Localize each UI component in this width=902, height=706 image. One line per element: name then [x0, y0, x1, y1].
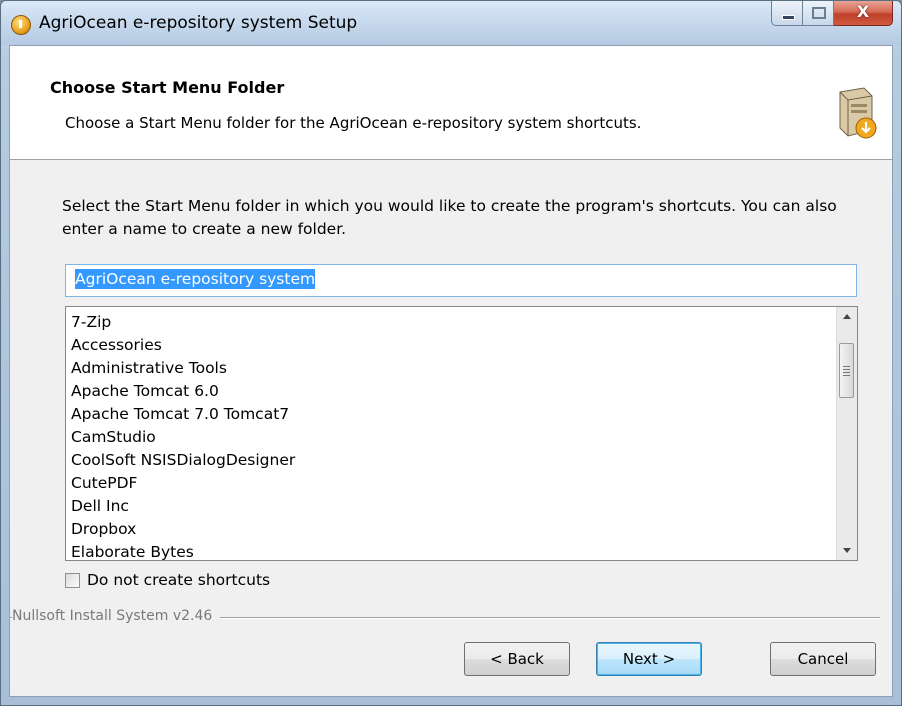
close-button[interactable]: X: [834, 1, 893, 26]
close-icon: X: [856, 2, 870, 21]
arrow-down-icon: [843, 548, 851, 553]
grip-line: [843, 366, 850, 367]
instruction-text: Select the Start Menu folder in which yo…: [62, 197, 837, 238]
folder-list-items: 7-Zip Accessories Administrative Tools A…: [71, 311, 295, 560]
folder-name-input[interactable]: AgriOcean e-repository system: [65, 264, 857, 297]
list-item[interactable]: Dell Inc: [71, 495, 295, 518]
installer-app-icon: [11, 15, 31, 35]
folder-name-value: AgriOcean e-repository system: [75, 269, 316, 289]
list-item[interactable]: Apache Tomcat 7.0 Tomcat7: [71, 403, 295, 426]
branding-separator: Nullsoft Install System v2.46: [10, 608, 880, 624]
scroll-up-button[interactable]: [837, 307, 857, 327]
installer-box-icon: [839, 87, 877, 139]
list-item[interactable]: CutePDF: [71, 472, 295, 495]
scroll-down-button[interactable]: [837, 540, 857, 560]
caption-buttons: X: [771, 1, 893, 27]
page-header: Choose Start Menu Folder Choose a Start …: [10, 46, 892, 160]
window-title: AgriOcean e-repository system Setup: [39, 13, 358, 33]
cancel-button[interactable]: Cancel: [770, 642, 876, 676]
arrow-up-icon: [843, 314, 851, 319]
list-item[interactable]: CamStudio: [71, 426, 295, 449]
no-shortcuts-label[interactable]: Do not create shortcuts: [87, 571, 270, 589]
vertical-scrollbar[interactable]: [836, 307, 857, 560]
no-shortcuts-checkbox[interactable]: [65, 572, 80, 588]
title-bar[interactable]: AgriOcean e-repository system Setup X: [1, 1, 901, 45]
dialog-client-area: Choose Start Menu Folder Choose a Start …: [9, 45, 893, 697]
scrollbar-thumb[interactable]: [839, 343, 854, 398]
grip-line: [843, 372, 850, 373]
minimize-button[interactable]: [771, 1, 803, 26]
branding-text: Nullsoft Install System v2.46: [12, 608, 221, 624]
grip-line: [843, 375, 850, 376]
list-item[interactable]: CoolSoft NSISDialogDesigner: [71, 449, 295, 472]
list-item[interactable]: Administrative Tools: [71, 357, 295, 380]
start-menu-folder-list[interactable]: 7-Zip Accessories Administrative Tools A…: [65, 306, 858, 561]
list-item[interactable]: Elaborate Bytes: [71, 541, 295, 560]
maximize-button: [803, 1, 834, 26]
setup-window: AgriOcean e-repository system Setup X Ch…: [0, 0, 902, 706]
no-shortcuts-option[interactable]: Do not create shortcuts: [65, 569, 270, 591]
next-button[interactable]: Next >: [596, 642, 702, 676]
page-title: Choose Start Menu Folder: [50, 78, 285, 97]
grip-line: [843, 369, 850, 370]
list-item[interactable]: Accessories: [71, 334, 295, 357]
page-subtitle: Choose a Start Menu folder for the AgriO…: [65, 114, 642, 132]
list-item[interactable]: Apache Tomcat 6.0: [71, 380, 295, 403]
maximize-icon: [812, 7, 826, 19]
list-item[interactable]: 7-Zip: [71, 311, 295, 334]
list-item[interactable]: Dropbox: [71, 518, 295, 541]
minimize-icon: [782, 15, 795, 20]
back-button[interactable]: < Back: [464, 642, 570, 676]
